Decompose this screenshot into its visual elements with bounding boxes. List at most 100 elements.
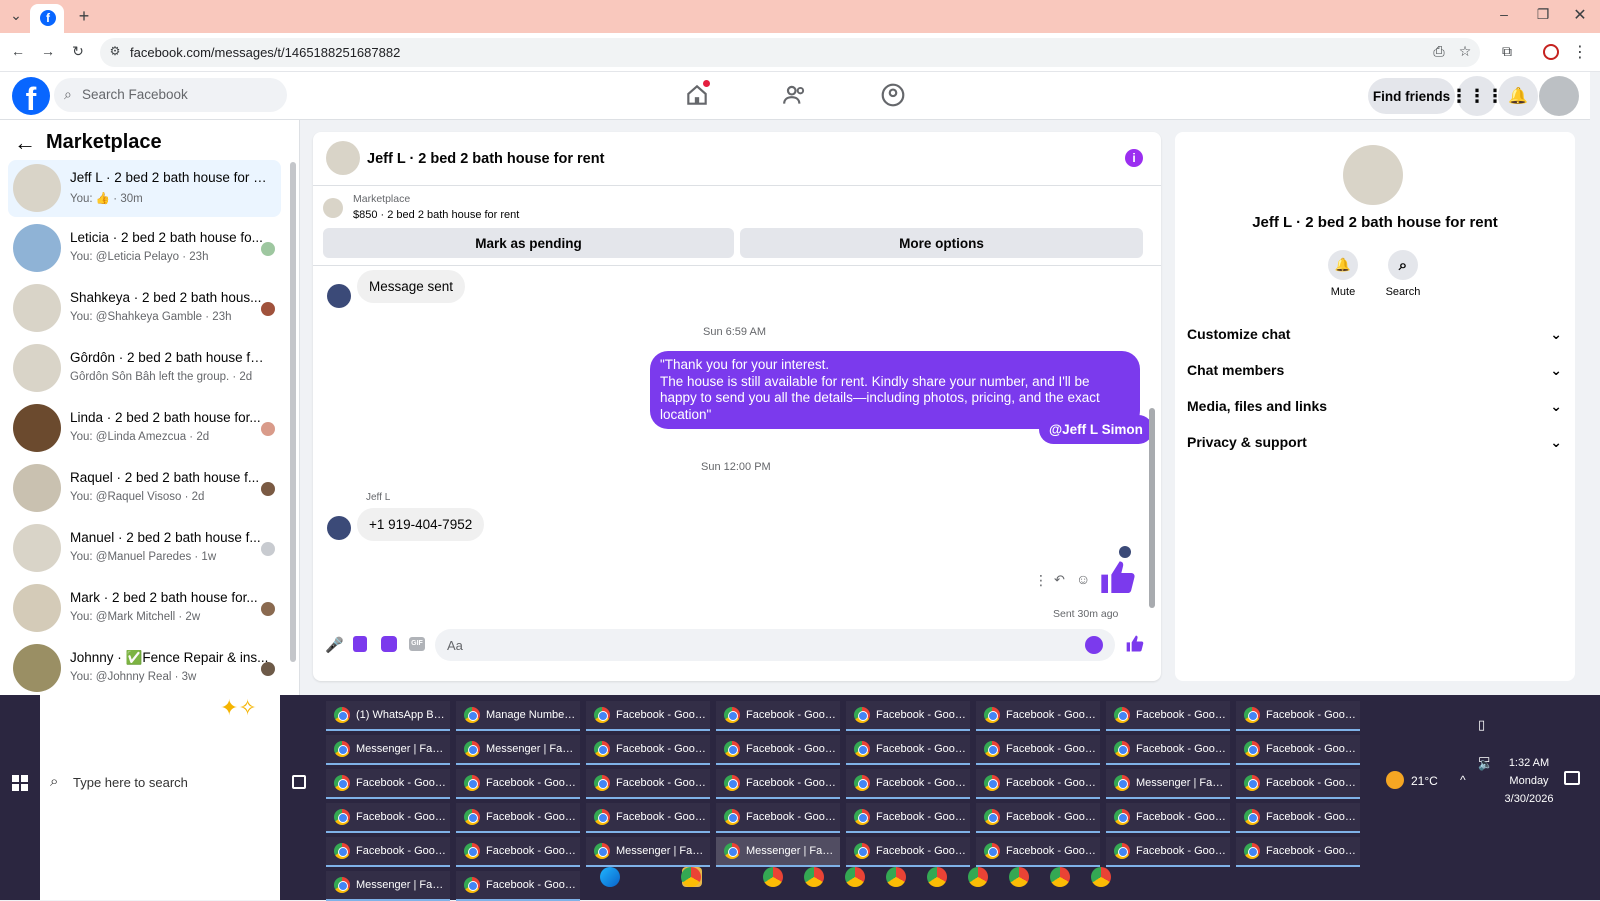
taskbar-window-button[interactable]: Facebook - Googl... — [1236, 769, 1360, 799]
gif-icon[interactable]: GIF — [409, 637, 425, 651]
bookmark-star-icon[interactable]: ☆ — [1456, 43, 1474, 60]
conversation-item[interactable]: Jeff L · 2 bed 2 bath house for re... Yo… — [8, 160, 281, 217]
privacy-support-section[interactable]: Privacy & support ⌄ — [1187, 424, 1562, 460]
chrome-pinned-icon[interactable] — [804, 867, 824, 887]
taskbar-window-button[interactable]: Facebook - Googl... — [326, 769, 450, 799]
facebook-logo-icon[interactable]: f — [12, 77, 50, 115]
taskbar-window-button[interactable]: Facebook - Googl... — [716, 769, 840, 799]
taskbar-window-button[interactable]: Facebook - Googl... — [456, 769, 580, 799]
taskbar-window-button[interactable]: Facebook - Googl... — [716, 701, 840, 731]
taskbar-window-button[interactable]: Facebook - Googl... — [846, 837, 970, 867]
taskbar-window-button[interactable]: Messenger | Faceb... — [456, 735, 580, 765]
taskbar-window-button[interactable]: Facebook - Googl... — [1106, 701, 1230, 731]
taskbar-window-button[interactable]: Facebook - Googl... — [326, 837, 450, 867]
notifications-icon[interactable] — [1564, 771, 1580, 785]
attach-image-icon[interactable] — [353, 636, 367, 652]
chrome-pinned-icon[interactable] — [968, 867, 988, 887]
forward-icon[interactable]: → — [38, 43, 58, 59]
search-facebook-input[interactable]: ⌕ Search Facebook — [54, 78, 287, 112]
conversation-item[interactable]: Gôrdôn · 2 bed 2 bath house for... Gôrdô… — [8, 340, 281, 397]
react-icon[interactable]: ☺ — [1076, 571, 1090, 587]
taskbar-window-button[interactable]: Facebook - Googl... — [846, 803, 970, 833]
close-icon[interactable]: ✕ — [1570, 5, 1590, 25]
taskbar-window-button[interactable]: Facebook - Googl... — [716, 803, 840, 833]
customize-chat-section[interactable]: Customize chat ⌄ — [1187, 316, 1562, 352]
taskbar-window-button[interactable]: Facebook - Googl... — [976, 701, 1100, 731]
incoming-message[interactable]: +1 919-404-7952 — [357, 508, 485, 541]
taskbar-window-button[interactable]: Facebook - Googl... — [1236, 803, 1360, 833]
taskbar-window-button[interactable]: Facebook - Googl... — [976, 735, 1100, 765]
conversation-item[interactable]: Shahkeya · 2 bed 2 bath hous... You: @Sh… — [8, 280, 281, 337]
taskbar-window-button[interactable]: Facebook - Googl... — [1236, 837, 1360, 867]
taskbar-window-button[interactable]: Facebook - Googl... — [456, 803, 580, 833]
send-like-icon[interactable] — [1125, 634, 1145, 654]
install-app-icon[interactable]: ⎙ — [1430, 43, 1448, 60]
taskbar-window-button[interactable]: Facebook - Googl... — [586, 803, 710, 833]
listing-price[interactable]: $850 · 2 bed 2 bath house for rent — [353, 209, 519, 221]
chrome-pinned-icon[interactable] — [1050, 867, 1070, 887]
reload-icon[interactable]: ↻ — [68, 43, 88, 60]
taskbar-window-button[interactable]: Facebook - Googl... — [586, 701, 710, 731]
chrome-pinned-icon[interactable] — [1091, 867, 1111, 887]
taskbar-window-button[interactable]: Facebook - Googl... — [976, 769, 1100, 799]
taskbar-window-button[interactable]: Facebook - Googl... — [1106, 837, 1230, 867]
message-sent-bubble[interactable]: Message sent — [357, 270, 466, 303]
home-icon[interactable] — [684, 80, 710, 108]
taskbar-window-button[interactable]: Facebook - Googl... — [326, 803, 450, 833]
reply-icon[interactable]: ↶ — [1054, 572, 1065, 588]
conversation-item[interactable]: Linda · 2 bed 2 bath house for... You: @… — [8, 400, 281, 457]
chat-scrollbar[interactable] — [1149, 270, 1155, 610]
message-input[interactable]: Aa — [435, 629, 1115, 661]
taskbar-window-button[interactable]: Facebook - Googl... — [1106, 735, 1230, 765]
taskbar-window-button[interactable]: Facebook - Googl... — [976, 837, 1100, 867]
chrome-pinned-icon[interactable] — [1009, 867, 1029, 887]
taskbar-window-button[interactable]: Messenger | Faceb... — [326, 871, 450, 901]
conversation-item[interactable]: Johnny · ✅Fence Repair & ins... You: @Jo… — [8, 640, 281, 697]
groups-icon[interactable] — [880, 82, 906, 108]
windows-start-icon[interactable] — [12, 775, 28, 791]
clock-time[interactable]: 1:32 AM — [1500, 757, 1558, 769]
conversation-item[interactable]: Raquel · 2 bed 2 bath house f... You: @R… — [8, 460, 281, 517]
taskbar-window-button[interactable]: Facebook - Googl... — [846, 769, 970, 799]
profile-photo[interactable] — [1343, 145, 1403, 205]
weather-temp[interactable]: 21°C — [1411, 774, 1438, 788]
taskbar-window-button[interactable]: Manage Numbers ... — [456, 701, 580, 731]
restore-icon[interactable]: ❐ — [1533, 6, 1553, 23]
media-files-section[interactable]: Media, files and links ⌄ — [1187, 388, 1562, 424]
minimize-icon[interactable]: – — [1494, 6, 1514, 22]
chrome-pinned-icon[interactable] — [927, 867, 947, 887]
conversation-item[interactable]: Leticia · 2 bed 2 bath house fo... You: … — [8, 220, 281, 277]
sticker-icon[interactable] — [381, 636, 397, 652]
large-like-icon[interactable] — [1098, 558, 1138, 598]
taskbar-window-button[interactable]: Facebook - Googl... — [976, 803, 1100, 833]
notifications-bell-icon[interactable]: 🔔 — [1498, 76, 1538, 116]
sidebar-scrollbar[interactable] — [290, 162, 296, 662]
chrome-pinned-icon[interactable] — [763, 867, 783, 887]
menu-grid-icon[interactable]: ⋮⋮⋮ — [1450, 76, 1504, 116]
taskbar-window-button[interactable]: Facebook - Google ... — [456, 871, 580, 901]
mention-bubble[interactable]: @Jeff L Simon — [1039, 415, 1153, 444]
emoji-icon[interactable] — [1085, 636, 1103, 654]
friends-icon[interactable] — [782, 82, 808, 108]
taskbar-window-button[interactable]: Facebook - Googl... — [586, 735, 710, 765]
tray-chevron-icon[interactable]: ^ — [1460, 773, 1466, 787]
search-icon[interactable]: ⌕ — [1388, 250, 1418, 280]
new-tab-icon[interactable]: + — [74, 6, 94, 27]
conversation-item[interactable]: Mark · 2 bed 2 bath house for... You: @M… — [8, 580, 281, 637]
active-tab[interactable]: f — [30, 4, 64, 33]
profile-icon[interactable] — [1543, 44, 1559, 60]
taskbar-window-button[interactable]: Facebook - Googl... — [1236, 701, 1360, 731]
chrome-pinned-icon[interactable] — [845, 867, 865, 887]
site-info-icon[interactable]: ⚙ — [108, 44, 122, 58]
phone-link-icon[interactable]: ▯ — [1478, 717, 1485, 733]
voice-clip-icon[interactable]: 🎤 — [325, 636, 344, 654]
chrome-pinned-icon[interactable] — [886, 867, 906, 887]
taskbar-window-button[interactable]: Facebook - Googl... — [1236, 735, 1360, 765]
taskbar-window-button[interactable]: Facebook - Googl... — [456, 837, 580, 867]
mark-as-pending-button[interactable]: Mark as pending — [323, 228, 734, 258]
taskbar-window-button[interactable]: Facebook - Googl... — [846, 735, 970, 765]
account-avatar[interactable] — [1539, 76, 1579, 116]
chat-members-section[interactable]: Chat members ⌄ — [1187, 352, 1562, 388]
more-actions-icon[interactable]: ⋮ — [1034, 572, 1048, 589]
speaker-icon[interactable]: 🔈 — [1478, 757, 1493, 771]
